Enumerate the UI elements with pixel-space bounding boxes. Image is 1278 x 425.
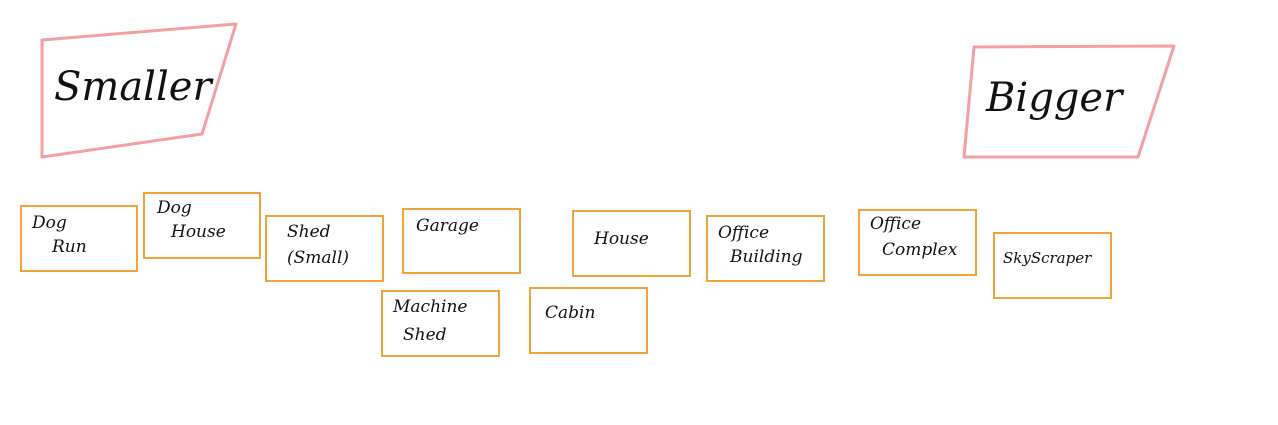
bigger-label: Bigger [986, 75, 1123, 121]
card-garage[interactable]: Garage [402, 208, 521, 274]
card-machine-shed[interactable]: Machine Shed [381, 290, 500, 357]
card-dog-house[interactable]: Dog House [143, 192, 261, 259]
card-label-line1: SkyScraper [1003, 249, 1092, 267]
card-label-line1: Cabin [545, 303, 596, 323]
card-office-complex[interactable]: Office Complex [858, 209, 977, 276]
card-dog-run[interactable]: Dog Run [20, 205, 138, 272]
card-label-line1: Dog [32, 213, 67, 233]
whiteboard-canvas: Smaller Bigger Dog Run Dog House Shed (S… [0, 0, 1278, 425]
card-label-line1: Shed [287, 222, 331, 242]
card-label-line1: Garage [416, 216, 479, 236]
card-cabin[interactable]: Cabin [529, 287, 648, 354]
card-label-line2: Run [52, 237, 87, 257]
smaller-label: Smaller [54, 64, 212, 110]
card-label-line2: Shed [403, 325, 447, 345]
card-label-line1: House [594, 229, 649, 249]
card-label-line2: Building [730, 247, 803, 267]
card-skyscraper[interactable]: SkyScraper [993, 232, 1112, 299]
card-label-line2: House [171, 222, 226, 242]
card-office-building[interactable]: Office Building [706, 215, 825, 282]
card-label-line1: Machine [393, 297, 468, 317]
card-house[interactable]: House [572, 210, 691, 277]
card-label-line2: (Small) [287, 248, 350, 268]
card-label-line2: Complex [882, 240, 958, 260]
card-label-line1: Office [870, 214, 921, 234]
card-label-line1: Dog [157, 198, 192, 218]
card-shed-small[interactable]: Shed (Small) [265, 215, 384, 282]
card-label-line1: Office [718, 223, 769, 243]
